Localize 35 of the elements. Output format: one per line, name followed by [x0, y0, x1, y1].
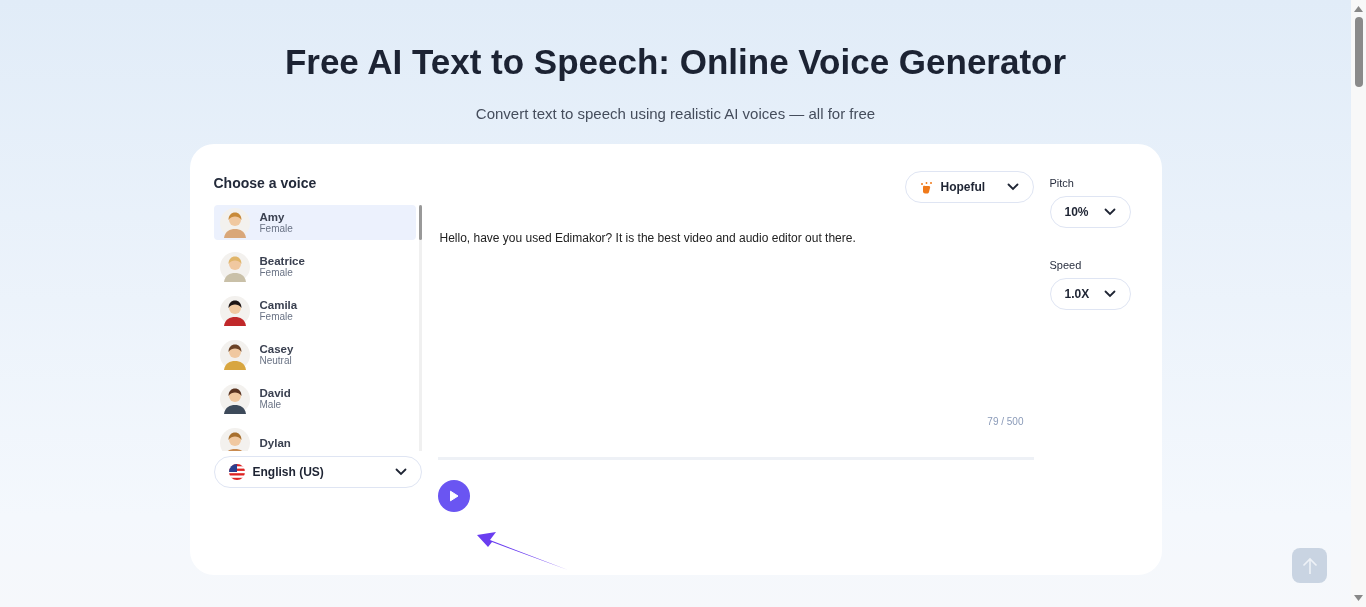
scroll-down-icon[interactable]: [1354, 595, 1363, 601]
play-icon: [448, 490, 459, 502]
character-counter: 79 / 500: [987, 416, 1024, 427]
page-subtitle: Convert text to speech using realistic AI voices — all for free: [475, 105, 876, 122]
language-select[interactable]: English (US): [213, 456, 422, 488]
text-input[interactable]: Hello, have you used Edimakor? It is the best video and audio editor out there.: [437, 231, 1034, 416]
avatar-icon: [219, 207, 250, 238]
voice-item[interactable]: Beatrice Female: [213, 249, 416, 284]
chevron-down-icon: [1103, 208, 1116, 216]
us-flag-icon: [228, 464, 245, 480]
voice-item[interactable]: Casey Neutral: [213, 337, 416, 372]
avatar-icon: [219, 383, 250, 414]
voice-item[interactable]: David Male: [213, 381, 416, 416]
chevron-down-icon: [1006, 183, 1019, 191]
scroll-up-icon[interactable]: [1354, 6, 1363, 12]
chevron-down-icon: [1103, 290, 1116, 298]
voice-heading: Choose a voice: [213, 175, 318, 191]
avatar-icon: [219, 251, 250, 282]
avatar-icon: [219, 295, 250, 326]
hand-icon: [919, 180, 933, 194]
play-button[interactable]: [437, 480, 470, 512]
setting-label: Pitch: [1049, 177, 1075, 189]
scroll-thumb[interactable]: [1354, 17, 1363, 87]
setting-select[interactable]: 10%: [1049, 196, 1131, 228]
setting-select[interactable]: 1.0X: [1049, 278, 1131, 310]
chevron-down-icon: [394, 468, 407, 476]
setting-label: Speed: [1049, 259, 1083, 271]
page-title: Free AI Text to Speech: Online Voice Generator: [284, 42, 1067, 82]
arrow-up-icon: [1301, 556, 1318, 575]
voice-item[interactable]: Amy Female: [213, 205, 416, 240]
voice-item[interactable]: Camila Female: [213, 293, 416, 328]
avatar-icon: [219, 427, 250, 451]
emotion-select[interactable]: Hopeful: [904, 171, 1034, 203]
avatar-icon: [219, 339, 250, 370]
page-scrollbar[interactable]: [1351, 0, 1366, 607]
